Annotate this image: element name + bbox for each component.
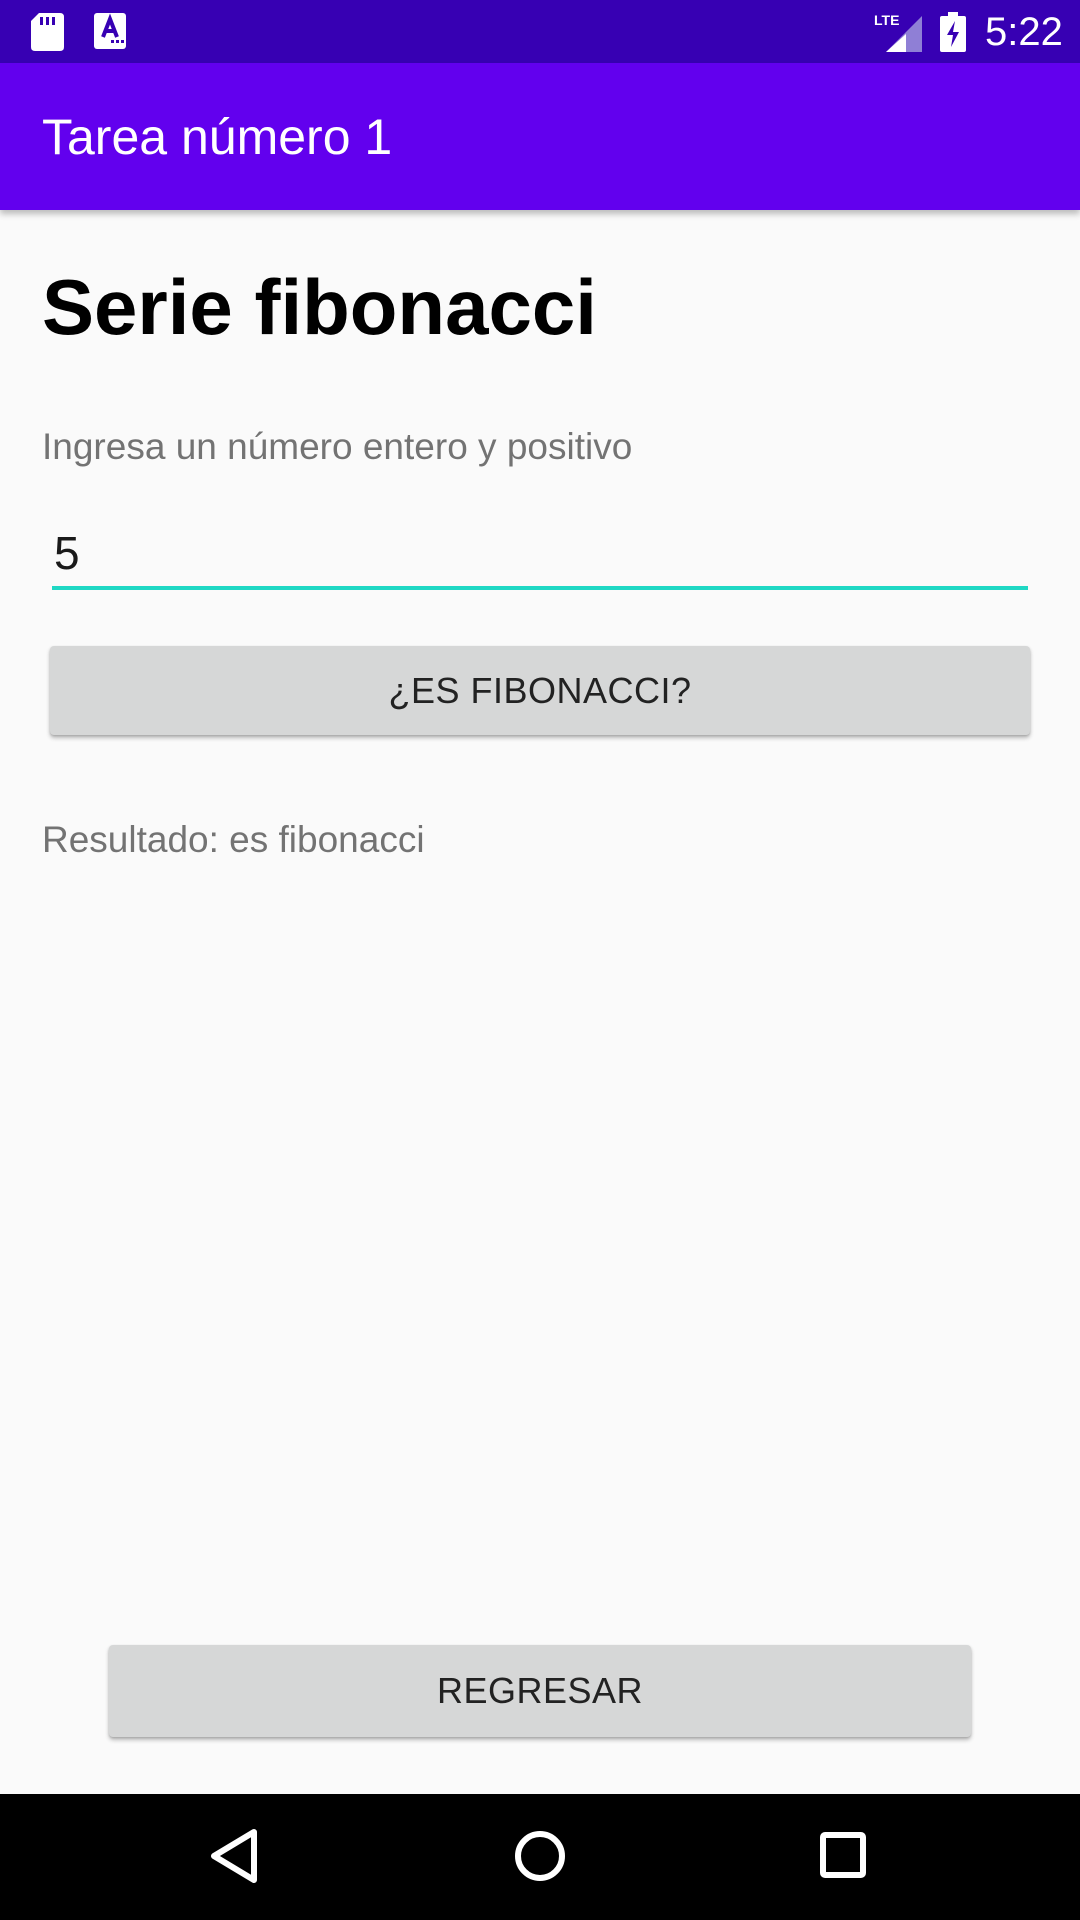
a-notification-icon <box>94 13 126 49</box>
page-heading: Serie fibonacci <box>42 263 597 351</box>
home-icon[interactable] <box>513 1828 567 1884</box>
back-icon[interactable] <box>210 1828 260 1884</box>
app-bar: Tarea número 1 <box>0 63 1080 210</box>
battery-charging-icon <box>940 12 966 52</box>
number-input[interactable] <box>52 520 1028 590</box>
input-prompt-label: Ingresa un número entero y positivo <box>42 426 633 467</box>
result-text: Resultado: es fibonacci <box>42 819 425 860</box>
screen: LTE 5:22 Tarea número 1 Serie fibonacci … <box>0 0 1080 1920</box>
app-title: Tarea número 1 <box>42 109 393 165</box>
navigation-bar <box>0 1794 1080 1920</box>
status-bar: LTE 5:22 <box>0 0 1080 63</box>
check-fibonacci-button[interactable]: ¿ES FIBONACCI? <box>50 646 1030 735</box>
status-clock: 5:22 <box>985 10 1063 54</box>
lte-signal-icon: LTE <box>874 12 922 52</box>
recents-icon[interactable] <box>820 1830 866 1880</box>
back-button[interactable]: REGRESAR <box>109 1645 971 1737</box>
lte-label: LTE <box>874 12 899 28</box>
sd-card-icon <box>31 13 64 51</box>
